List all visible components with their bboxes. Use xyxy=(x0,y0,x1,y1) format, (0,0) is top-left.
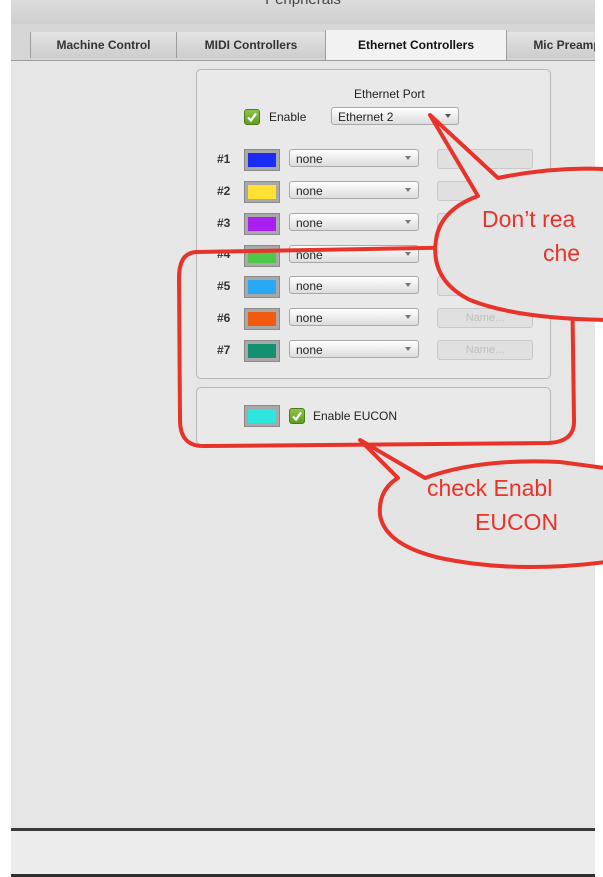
chevron-down-icon xyxy=(405,283,411,287)
color-swatch xyxy=(244,308,280,330)
name-button[interactable]: Na xyxy=(437,181,533,201)
ethernet-port-select[interactable]: Ethernet 2 xyxy=(331,107,459,125)
color-swatch xyxy=(244,181,280,203)
row-number: #1 xyxy=(217,152,231,166)
enable-eucon-checkbox[interactable] xyxy=(289,408,305,424)
callout-text-line: check Enabl xyxy=(427,475,553,501)
callout-text-line: che xyxy=(543,240,581,266)
row-number: #3 xyxy=(217,216,231,230)
tab-mic-preamp[interactable]: Mic Preamp xyxy=(506,32,595,58)
name-button[interactable]: Na xyxy=(437,276,533,296)
color-swatch xyxy=(244,340,280,362)
controller-select[interactable]: none xyxy=(289,213,419,231)
controller-select[interactable]: none xyxy=(289,308,419,326)
window-title: Peripherals xyxy=(11,0,595,8)
controller-select[interactable]: none xyxy=(289,276,419,294)
tab-machine-control[interactable]: Machine Control xyxy=(30,32,176,58)
controller-select-value: none xyxy=(296,248,323,262)
checkmark-icon xyxy=(292,411,302,422)
tab-ethernet-controllers[interactable]: Ethernet Controllers xyxy=(325,30,507,60)
chevron-down-icon xyxy=(405,188,411,192)
ethernet-port-label: Ethernet Port xyxy=(354,87,425,101)
ethernet-port-value: Ethernet 2 xyxy=(338,110,394,124)
tab-bar: Machine Control MIDI Controllers Etherne… xyxy=(11,24,595,61)
row-number: #7 xyxy=(217,343,231,357)
name-button[interactable] xyxy=(437,245,533,265)
controller-select-value: none xyxy=(296,152,323,166)
controller-select[interactable]: none xyxy=(289,149,419,167)
name-button[interactable]: Name... xyxy=(437,340,533,360)
controller-select-value: none xyxy=(296,343,323,357)
controller-select-value: none xyxy=(296,279,323,293)
eucon-color-swatch xyxy=(244,405,280,427)
row-number: #6 xyxy=(217,311,231,325)
tab-midi-controllers[interactable]: MIDI Controllers xyxy=(176,32,325,58)
row-number: #2 xyxy=(217,184,231,198)
controller-select-value: none xyxy=(296,184,323,198)
name-button[interactable] xyxy=(437,149,533,169)
chevron-down-icon xyxy=(405,347,411,351)
enable-checkbox[interactable] xyxy=(244,109,260,125)
controller-select-value: none xyxy=(296,216,323,230)
title-bar: Peripherals xyxy=(11,0,595,25)
enable-label: Enable xyxy=(269,110,307,124)
enable-eucon-label: Enable EUCON xyxy=(313,409,398,423)
name-button[interactable]: Name... xyxy=(437,308,533,328)
row-number: #5 xyxy=(217,279,231,293)
chevron-down-icon xyxy=(405,156,411,160)
callout-text-line: Don’t rea xyxy=(482,206,576,232)
callout-text-line: EUCON xyxy=(475,509,559,535)
controller-select[interactable]: none xyxy=(289,245,419,263)
controller-select-value: none xyxy=(296,311,323,325)
checkmark-icon xyxy=(247,112,257,123)
chevron-down-icon xyxy=(405,220,411,224)
controller-select[interactable]: none xyxy=(289,340,419,358)
chevron-down-icon xyxy=(405,315,411,319)
color-swatch xyxy=(244,245,280,267)
chevron-down-icon xyxy=(405,252,411,256)
peripherals-window: Peripherals Machine Control MIDI Control… xyxy=(11,0,595,877)
color-swatch xyxy=(244,276,280,298)
eucon-panel: Enable EUCON xyxy=(196,387,551,445)
row-number: #4 xyxy=(217,247,231,261)
chevron-down-icon xyxy=(445,114,451,118)
bottom-bar xyxy=(11,831,595,877)
controller-select[interactable]: none xyxy=(289,181,419,199)
color-swatch xyxy=(244,149,280,171)
color-swatch xyxy=(244,213,280,235)
